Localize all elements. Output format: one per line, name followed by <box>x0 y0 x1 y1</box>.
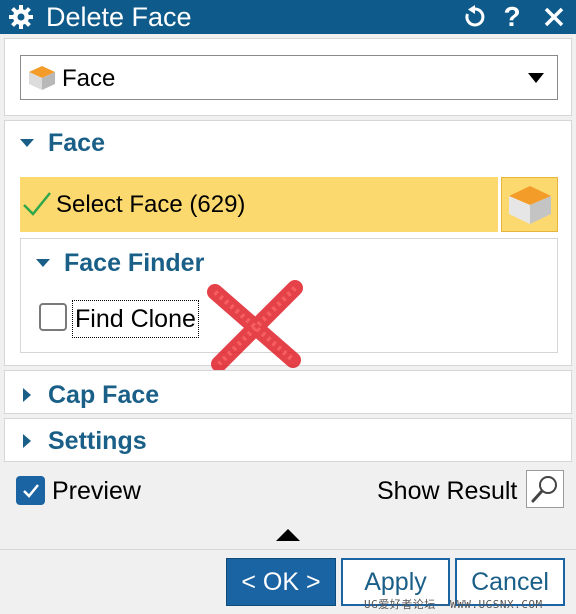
face-section-title: Face <box>48 128 105 157</box>
show-result-label: Show Result <box>377 477 518 505</box>
face-cube-icon <box>508 185 551 224</box>
reset-button[interactable] <box>461 3 489 31</box>
title-bar: Delete Face ? <box>0 0 576 34</box>
expand-arrow-icon <box>23 434 31 448</box>
ok-button[interactable]: < OK > <box>226 558 336 606</box>
find-clone-checkbox[interactable] <box>39 303 67 331</box>
settings-header[interactable]: Settings <box>20 424 147 458</box>
collapse-arrow-icon <box>20 139 34 147</box>
face-finder-header[interactable]: Face Finder <box>36 246 204 280</box>
reset-icon <box>465 5 485 27</box>
expand-arrow-icon <box>23 388 31 402</box>
collapse-arrow-icon <box>36 259 50 267</box>
face-cube-icon <box>29 66 55 90</box>
cap-face-header[interactable]: Cap Face <box>20 378 159 412</box>
select-face-row[interactable]: Select Face (629) <box>20 177 498 232</box>
face-finder-title: Face Finder <box>64 248 205 277</box>
preview-checkbox[interactable] <box>16 476 45 505</box>
collapse-up-arrow-icon[interactable] <box>276 528 300 541</box>
red-x-mark-icon <box>207 280 303 370</box>
type-dropdown-value: Face <box>62 65 116 92</box>
gear-icon[interactable] <box>8 4 34 30</box>
checkmark-icon <box>22 483 39 498</box>
type-dropdown[interactable]: Face <box>20 55 558 100</box>
settings-title: Settings <box>48 426 147 455</box>
window-title: Delete Face <box>46 2 192 32</box>
find-clone-label[interactable]: Find Clone <box>72 300 199 338</box>
close-icon <box>544 7 564 27</box>
show-result-button[interactable] <box>526 470 564 508</box>
dropdown-arrow-icon <box>528 73 544 83</box>
help-icon: ? <box>503 1 521 32</box>
cap-face-title: Cap Face <box>48 380 160 409</box>
preview-label: Preview <box>52 477 141 505</box>
watermark: UG爱好者论坛--WWW.UGSNX.COM <box>364 598 543 611</box>
select-face-button[interactable] <box>501 177 558 232</box>
magnifier-icon <box>531 476 557 503</box>
divider <box>0 549 576 550</box>
close-button[interactable] <box>540 3 568 31</box>
help-button[interactable]: ? <box>498 1 526 32</box>
select-face-label: Select Face (629) <box>56 191 246 218</box>
face-section-header[interactable]: Face <box>20 126 105 160</box>
checkmark-icon <box>23 192 51 216</box>
